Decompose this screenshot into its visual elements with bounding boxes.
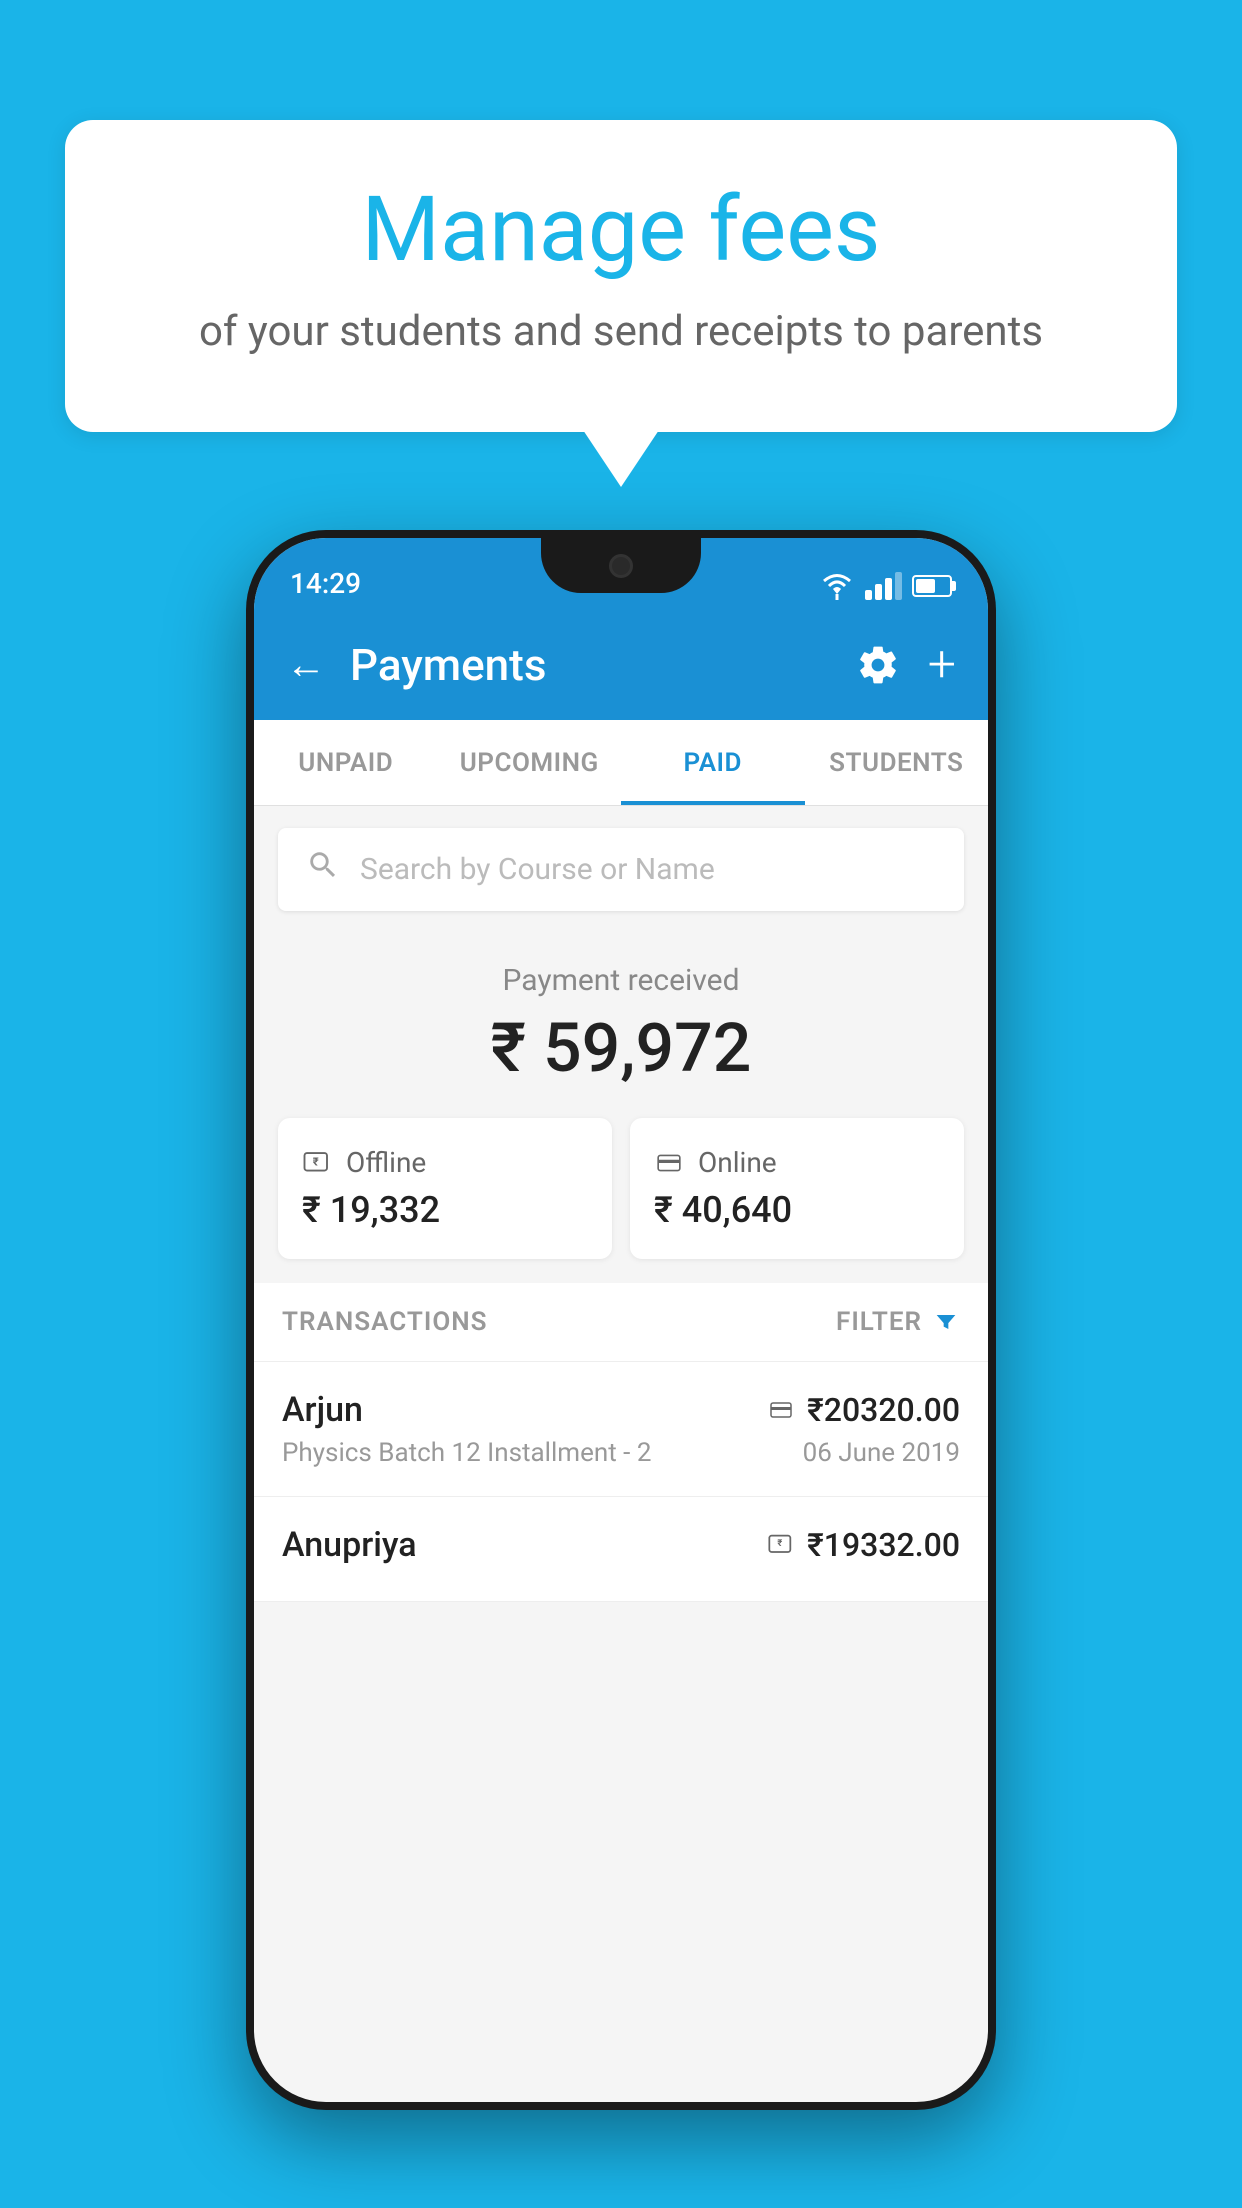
offline-label: Offline xyxy=(346,1146,426,1179)
search-box[interactable]: Search by Course or Name xyxy=(278,828,964,911)
search-container: Search by Course or Name xyxy=(254,806,988,933)
payment-received-amount: ₹ 59,972 xyxy=(278,1008,964,1088)
transactions-label: TRANSACTIONS xyxy=(282,1307,488,1337)
phone-notch xyxy=(541,538,701,593)
offline-card-header: ₹ Offline xyxy=(302,1146,588,1179)
tab-paid[interactable]: PAID xyxy=(621,720,805,805)
offline-amount: ₹ 19,332 xyxy=(302,1189,588,1231)
header-right: + xyxy=(856,636,956,694)
gear-icon[interactable] xyxy=(856,643,900,687)
speech-bubble-container: Manage fees of your students and send re… xyxy=(65,120,1177,432)
transaction-top: Anupriya ₹ ₹19332.00 xyxy=(282,1525,960,1565)
transaction-name: Anupriya xyxy=(282,1525,417,1565)
transaction-bottom: Physics Batch 12 Installment - 2 06 June… xyxy=(282,1438,960,1468)
phone-container: 14:29 xyxy=(246,530,996,2110)
online-payment-card: Online ₹ 40,640 xyxy=(630,1118,964,1259)
card-icon xyxy=(654,1150,684,1176)
transaction-course: Physics Batch 12 Installment - 2 xyxy=(282,1438,651,1468)
battery-fill xyxy=(916,579,935,593)
rupee-box-icon: ₹ xyxy=(302,1148,332,1178)
filter-label: FILTER xyxy=(836,1307,922,1337)
filter-icon xyxy=(932,1308,960,1336)
speech-bubble: Manage fees of your students and send re… xyxy=(65,120,1177,432)
transaction-top: Arjun ₹20320.00 xyxy=(282,1390,960,1430)
page-title: Payments xyxy=(350,639,546,691)
wifi-icon xyxy=(819,572,855,600)
status-icons xyxy=(819,572,952,600)
battery-icon xyxy=(912,575,952,597)
tab-unpaid[interactable]: UNPAID xyxy=(254,720,438,805)
transaction-amount-container: ₹20320.00 xyxy=(765,1391,960,1429)
svg-text:₹: ₹ xyxy=(313,1155,319,1168)
svg-text:₹: ₹ xyxy=(777,1538,782,1549)
tabs-container: UNPAID UPCOMING PAID STUDENTS xyxy=(254,720,988,806)
transaction-amount: ₹20320.00 xyxy=(807,1391,960,1429)
app-header: ← Payments + xyxy=(254,610,988,720)
payment-cards: ₹ Offline ₹ 19,332 Online ₹ 40,640 xyxy=(254,1108,988,1283)
phone-frame: 14:29 xyxy=(246,530,996,2110)
transaction-date: 06 June 2019 xyxy=(803,1438,960,1468)
search-input[interactable]: Search by Course or Name xyxy=(360,852,715,887)
transaction-row[interactable]: Anupriya ₹ ₹19332.00 xyxy=(254,1497,988,1602)
rupee-payment-icon: ₹ xyxy=(765,1531,797,1559)
speech-bubble-title: Manage fees xyxy=(145,180,1097,279)
filter-container[interactable]: FILTER xyxy=(836,1307,960,1337)
transactions-header: TRANSACTIONS FILTER xyxy=(254,1283,988,1362)
search-icon xyxy=(306,848,340,891)
tab-upcoming[interactable]: UPCOMING xyxy=(438,720,622,805)
online-amount: ₹ 40,640 xyxy=(654,1189,940,1231)
header-left: ← Payments xyxy=(286,639,546,691)
transaction-name: Arjun xyxy=(282,1390,363,1430)
transaction-amount-container: ₹ ₹19332.00 xyxy=(765,1526,960,1564)
offline-payment-card: ₹ Offline ₹ 19,332 xyxy=(278,1118,612,1259)
tab-students[interactable]: STUDENTS xyxy=(805,720,989,805)
speech-bubble-subtitle: of your students and send receipts to pa… xyxy=(145,303,1097,362)
camera xyxy=(609,554,633,578)
add-button[interactable]: + xyxy=(928,636,956,694)
online-card-header: Online xyxy=(654,1146,940,1179)
transaction-row[interactable]: Arjun ₹20320.00 Physics Batch 12 Install… xyxy=(254,1362,988,1497)
back-button[interactable]: ← xyxy=(286,645,326,685)
card-payment-icon xyxy=(765,1398,797,1422)
signal-icon xyxy=(865,572,902,600)
transaction-amount: ₹19332.00 xyxy=(807,1526,960,1564)
status-time: 14:29 xyxy=(290,567,361,600)
payment-received-section: Payment received ₹ 59,972 xyxy=(254,933,988,1108)
online-label: Online xyxy=(698,1146,777,1179)
phone-screen: 14:29 xyxy=(254,538,988,2102)
payment-received-label: Payment received xyxy=(278,963,964,998)
